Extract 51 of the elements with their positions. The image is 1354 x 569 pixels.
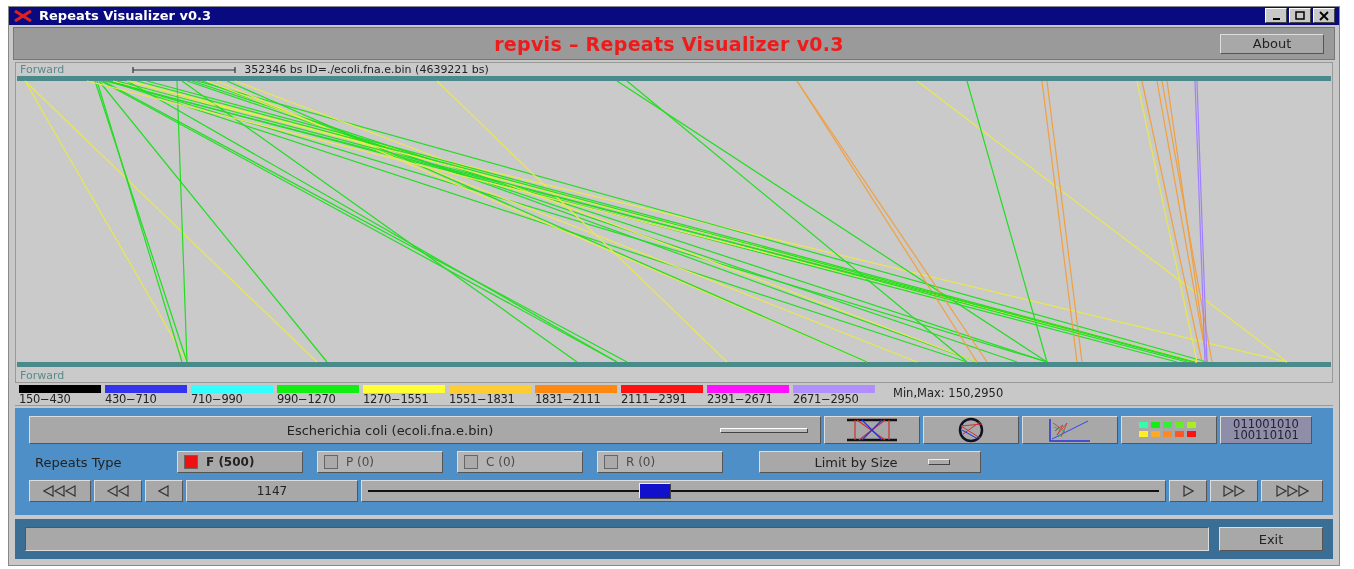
color-palette-button[interactable] [1121,416,1217,445]
repeat-type-checkbox[interactable]: F (500) [177,451,303,474]
scale-bar-icon [132,65,237,74]
triple-right-arrow-icon [1275,485,1309,498]
step-forward-button[interactable] [1169,480,1207,503]
repeats-type-label: Repeats Type [34,454,123,470]
range-label: 1831−2111 [535,393,602,406]
first-button[interactable] [29,480,91,503]
scale-text: 352346 bs ID=./ecoli.fna.e.bin (4639221 bs) [244,63,489,77]
position-field[interactable]: 1147 [186,480,358,503]
range-label: 990−1270 [277,393,337,406]
right-arrow-icon [1182,485,1194,498]
range-label: 710−990 [191,393,244,406]
step-back-button[interactable] [145,480,183,503]
dot-plot-button[interactable] [1022,416,1118,445]
sequence-name: Escherichia coli (ecoli.fna.e.bin) [285,422,495,438]
double-left-arrow-icon [106,485,130,498]
close-button[interactable] [1313,8,1335,24]
circular-view-button[interactable] [923,416,1019,445]
range-label: 2111−2391 [621,393,688,406]
range-label: 430−710 [105,393,158,406]
fast-forward-button[interactable] [1210,480,1258,503]
mini-slider-icon [720,427,808,433]
double-right-arrow-icon [1222,485,1246,498]
window-title: Repeats Visualizer v0.3 [39,8,212,24]
minimize-button[interactable] [1265,8,1287,24]
range-label: 1270−1551 [363,393,430,406]
maximize-icon [1295,10,1305,21]
limit-dropdown[interactable]: Limit by Size [759,451,981,474]
binary-view-button[interactable]: 011001010 100110101 [1220,416,1312,445]
maximize-button[interactable] [1289,8,1311,24]
linear-view-button[interactable] [824,416,920,445]
about-button[interactable]: About [1220,33,1324,54]
last-button[interactable] [1261,480,1323,503]
min-max-text: Min,Max: 150,2950 [893,386,1004,401]
track-label: Forward [19,369,66,383]
position-slider[interactable] [361,480,1166,503]
exit-button[interactable]: Exit [1219,527,1323,551]
range-label: 2671−2950 [793,393,860,406]
app-title: repvis – Repeats Visualizer v0.3 [494,32,844,55]
range-label: 150−430 [19,393,72,406]
fast-back-button[interactable] [94,480,142,503]
slider-thumb[interactable] [639,483,672,500]
minimize-icon [1272,17,1280,20]
range-label: 2391−2671 [707,393,774,406]
range-label: 1551−1831 [449,393,516,406]
triple-left-arrow-icon [43,485,77,498]
track-label: Forward [19,63,65,77]
close-icon [1319,10,1329,21]
x-logo-icon [13,9,33,22]
left-arrow-icon [158,485,170,498]
